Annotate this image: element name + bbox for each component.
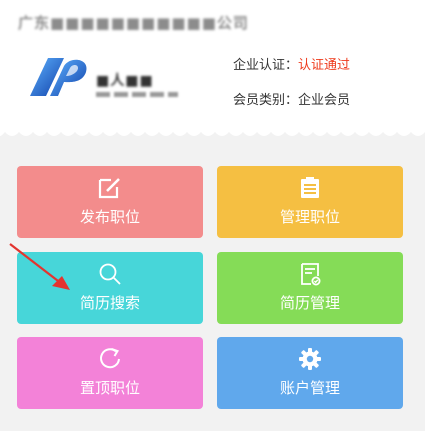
member-type-label: 会员类别：	[233, 93, 299, 108]
resume-management-label: 简历管理	[279, 294, 340, 312]
manage-jobs-button[interactable]: 管理职位	[217, 166, 403, 238]
search-icon	[17, 262, 203, 286]
publish-job-button[interactable]: 发布职位	[17, 166, 203, 238]
edit-icon	[17, 176, 203, 200]
company-logo-text: ■人■■	[96, 73, 154, 89]
resume-management-button[interactable]: 简历管理	[217, 252, 403, 324]
company-logo-subtext	[96, 92, 178, 97]
publish-job-label: 发布职位	[79, 208, 140, 226]
company-logo-icon	[30, 58, 87, 96]
account-management-label: 账户管理	[279, 379, 340, 397]
member-type-value: 企业会员	[298, 93, 351, 108]
certification-status: 认证通过	[298, 58, 351, 73]
list-doc-icon	[217, 176, 403, 200]
resume-search-label: 简历搜索	[79, 294, 140, 312]
refresh-icon	[17, 347, 203, 371]
company-header: 广东■■■■■■■■■■■公司 ■人■■ 企业认证：认证通过 会员类别：企业会员	[0, 0, 425, 135]
certification-label: 企业认证：	[233, 58, 299, 73]
member-type-row: 会员类别：企业会员	[233, 89, 350, 108]
resume-search-button[interactable]: 简历搜索	[17, 252, 203, 324]
gear-icon	[217, 347, 403, 371]
pin-job-button[interactable]: 置顶职位	[17, 337, 203, 409]
pin-job-label: 置顶职位	[79, 379, 140, 397]
manage-jobs-label: 管理职位	[279, 208, 340, 226]
account-management-button[interactable]: 账户管理	[217, 337, 403, 409]
resume-doc-icon	[217, 262, 403, 286]
certification-row: 企业认证：认证通过	[233, 54, 350, 73]
company-name: 广东■■■■■■■■■■■公司	[18, 14, 249, 32]
header-wave-divider	[0, 128, 425, 140]
